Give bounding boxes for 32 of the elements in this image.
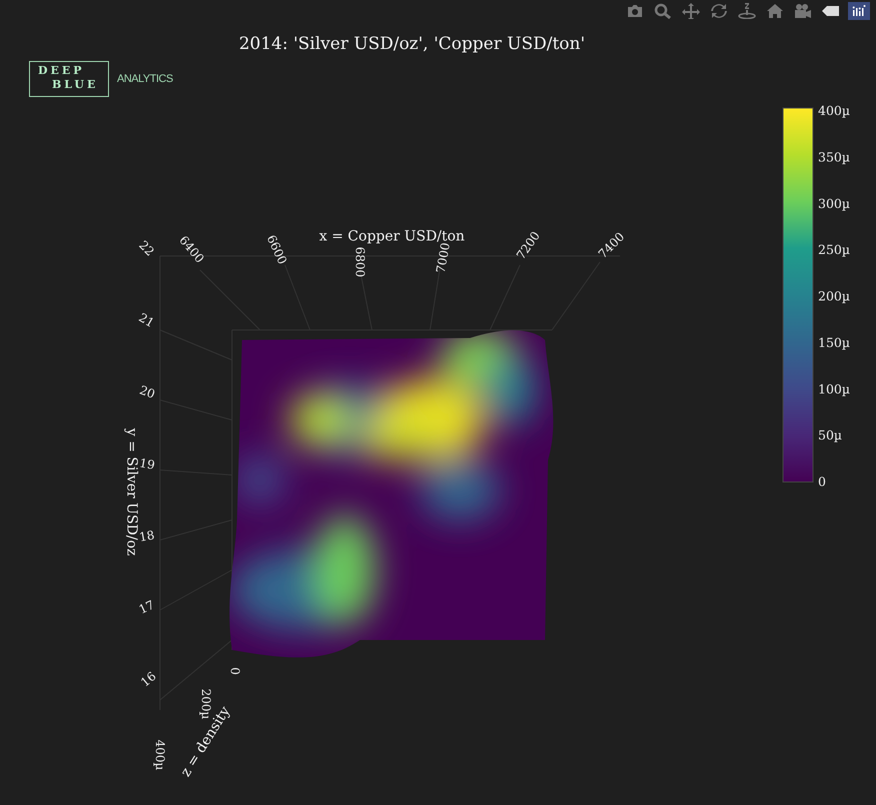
video-camera-button[interactable] <box>792 2 814 20</box>
z-axis-tick-label: 400µ <box>152 740 167 770</box>
colorbar-tick-label: 400µ <box>818 103 850 118</box>
colorbar-tick-label: 0 <box>818 474 826 489</box>
x-axis-tick-label: 7000 <box>434 242 453 274</box>
colorbar-tick-label: 100µ <box>818 381 850 396</box>
logo-tagline: ANALYTICS <box>117 73 173 85</box>
colorbar-tick-label: 250µ <box>818 242 850 258</box>
colorbar-tick-label: 50µ <box>818 428 842 443</box>
y-axis-tick-label: 20 <box>138 382 157 402</box>
x-axis-tick-label: 6600 <box>264 232 290 266</box>
turntable-rotation-button[interactable] <box>736 2 758 20</box>
y-axis-tick-label: 19 <box>138 456 156 472</box>
logo-text: DEEP <box>38 64 86 78</box>
colorbar-tick-label: 200µ <box>818 288 850 304</box>
pan-button[interactable] <box>680 2 702 20</box>
colorbar-tick-label: 300µ <box>818 196 850 211</box>
y-axis-tick-label: 16 <box>138 669 159 690</box>
y-axis-tick-label: 22 <box>136 238 157 259</box>
logo-text: BLUE <box>51 78 100 92</box>
colorbar-tick-label: 350µ <box>818 149 850 164</box>
bar-chart-logo-button[interactable] <box>848 2 870 20</box>
y-axis-tick-label: 17 <box>136 598 157 617</box>
y-axis-tick-label: 18 <box>138 528 156 544</box>
y-axis-title: y = Silver USD/oz <box>123 428 140 556</box>
orbit-rotation-button[interactable] <box>708 2 730 20</box>
z-axis-tick-label: 0 <box>228 667 242 675</box>
chart-title: 2014: 'Silver USD/oz', 'Copper USD/ton' <box>238 34 586 54</box>
colorbar-tick-label: 150µ <box>818 334 850 350</box>
x-axis-tick-label: 6800 <box>352 246 367 278</box>
y-axis-tick-label: 21 <box>136 310 157 330</box>
zoom-button[interactable] <box>652 2 674 20</box>
